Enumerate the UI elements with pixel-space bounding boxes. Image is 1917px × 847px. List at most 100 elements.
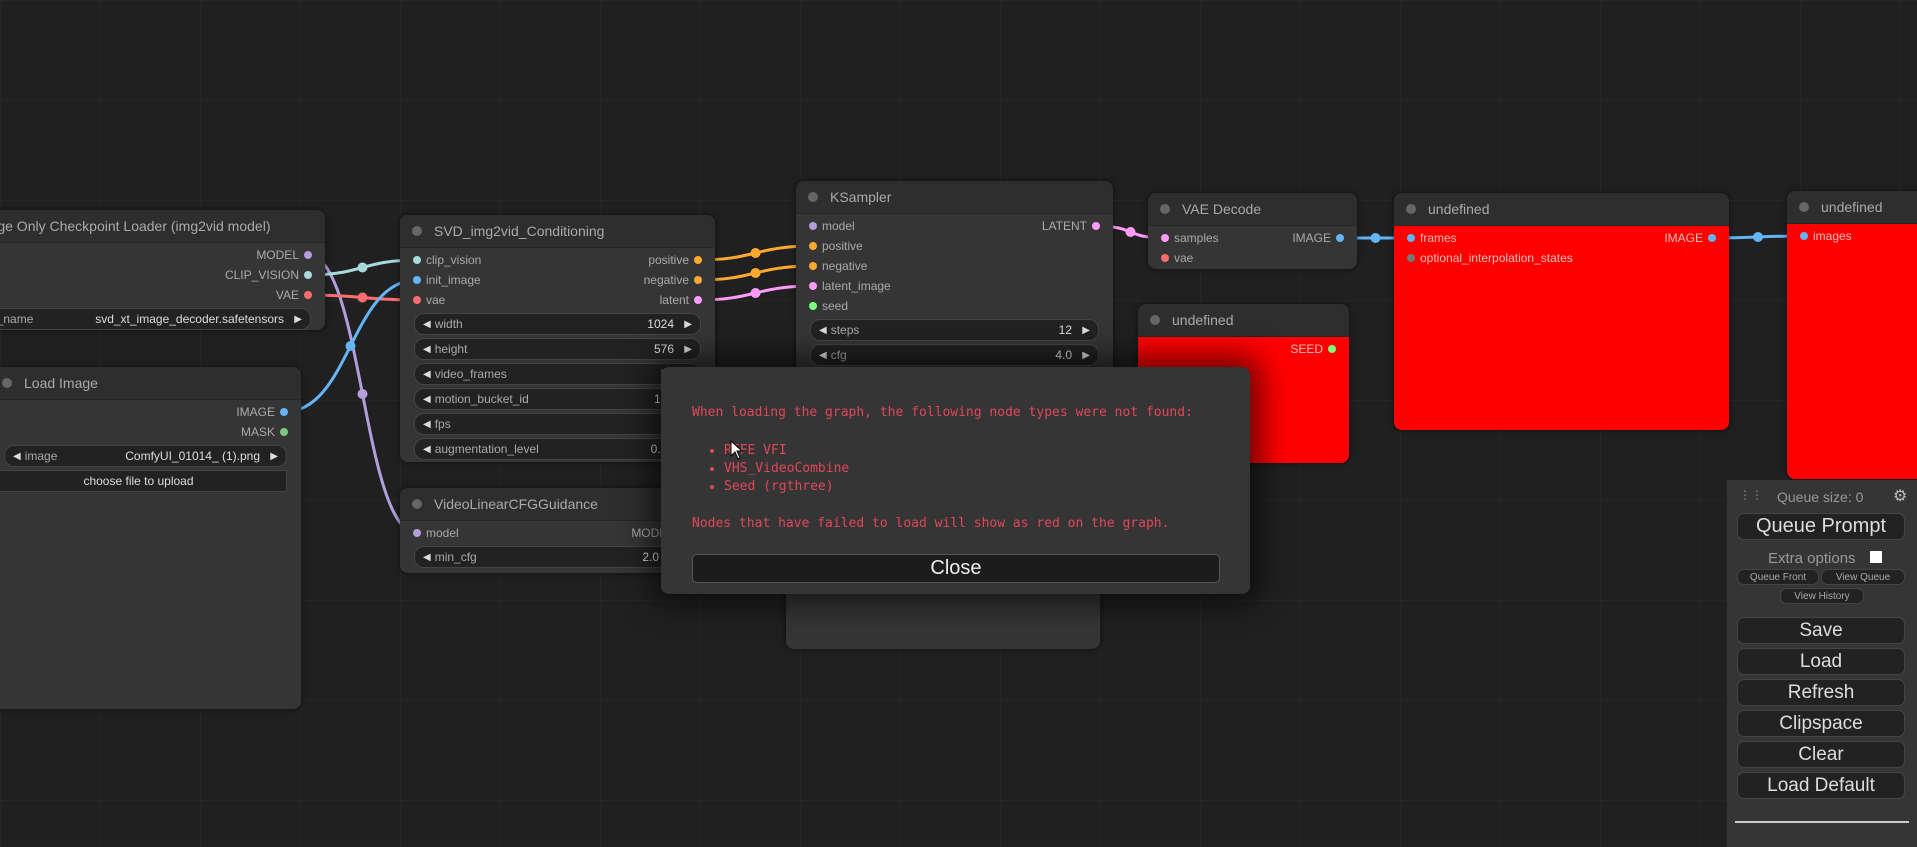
widget-image[interactable]: ◀ image ComfyUI_01014_ (1).png ▶ [4,445,287,467]
widget-augmentation_level[interactable]: ◀augmentation_level0.02▶ [414,438,701,460]
node-title-bar[interactable]: undefined [1138,304,1349,337]
node-title-bar[interactable]: Load Image [0,367,301,400]
decrement-arrow-icon[interactable]: ◀ [415,444,435,455]
node-title-bar[interactable]: undefined [1787,191,1917,224]
input-slot-dot[interactable] [809,282,817,290]
node-title-bar[interactable]: VideoLinearCFGGuidance [400,488,700,521]
input-slot-dot[interactable] [809,262,817,270]
widget-cfg[interactable]: ◀ cfg 4.0 ▶ [810,344,1099,366]
output-slot-dot[interactable] [1092,222,1100,230]
link-midpoint[interactable] [1125,227,1136,237]
gear-icon[interactable]: ⚙ [1893,486,1907,506]
input-slot-dot[interactable] [809,302,817,310]
extra-options-checkbox[interactable] [1870,551,1882,563]
widget-ckpt_name[interactable]: ◀ckpt_namesvd_xt_image_decoder.safetenso… [0,308,311,330]
collapse-dot-icon[interactable] [412,226,422,236]
decrement-arrow-icon[interactable]: ◀ [415,419,435,430]
decrement-arrow-icon[interactable]: ◀ [415,344,435,355]
upload-button[interactable]: choose file to upload [0,470,287,492]
link-midpoint[interactable] [1753,232,1763,242]
output-slot-dot[interactable] [280,428,288,436]
decrement-arrow-icon[interactable]: ◀ [415,394,435,405]
output-slot-dot[interactable] [1328,345,1336,353]
link-midpoint[interactable] [750,248,761,258]
widget-min_cfg[interactable]: ◀min_cfg2.0▶ [414,546,686,568]
decrement-arrow-icon[interactable]: ◀ [811,325,831,336]
collapse-dot-icon[interactable] [1406,204,1416,214]
refresh-button[interactable]: Refresh [1737,679,1905,706]
widget-height[interactable]: ◀ height 576 ▶ [414,338,701,360]
output-slot-dot[interactable] [1336,234,1344,242]
link-midpoint[interactable] [750,288,761,298]
increment-arrow-icon[interactable]: ▶ [1082,350,1090,361]
output-slot-dot[interactable] [694,296,702,304]
output-slot-dot[interactable] [304,251,312,259]
node-ks[interactable]: KSampler model LATENT positive negative laten… [796,181,1113,381]
collapse-dot-icon[interactable] [1160,204,1170,214]
increment-arrow-icon[interactable]: ▶ [270,451,278,462]
increment-arrow-icon[interactable]: ▶ [684,344,692,355]
link-midpoint[interactable] [357,389,368,399]
save-button[interactable]: Save [1737,617,1905,644]
node-ckpt[interactable]: Image Only Checkpoint Loader (img2vid mo… [0,210,325,330]
increment-arrow-icon[interactable]: ▶ [294,314,302,325]
output-slot-dot[interactable] [694,276,702,284]
input-slot-dot[interactable] [1800,232,1808,240]
widget-video_frames[interactable]: ◀video_frames25▶ [414,363,701,385]
collapse-dot-icon[interactable] [1799,202,1809,212]
node-title-bar[interactable]: VAE Decode [1148,193,1357,226]
widget-steps[interactable]: ◀ steps 12 ▶ [810,319,1099,341]
clipspace-button[interactable]: Clipspace [1737,710,1905,737]
input-slot-dot[interactable] [1407,234,1415,242]
link-midpoint[interactable] [750,268,761,278]
node-title-bar[interactable]: Image Only Checkpoint Loader (img2vid mo… [0,210,325,243]
output-slot-dot[interactable] [1708,234,1716,242]
node-vcfg[interactable]: VideoLinearCFGGuidance model MODEL ◀ min_cfg… [400,488,700,573]
close-button[interactable]: Close [692,554,1220,583]
link-midpoint[interactable] [1370,233,1381,243]
node-title-bar[interactable]: undefined [1394,193,1729,226]
widget-motion_bucket_id[interactable]: ◀motion_bucket_id100▶ [414,388,701,410]
clear-button[interactable]: Clear [1737,741,1905,768]
output-slot-dot[interactable] [280,408,288,416]
input-slot-dot[interactable] [1161,254,1169,262]
drag-handle-icon[interactable]: ⋮⋮ [1739,488,1763,502]
input-slot-dot[interactable] [413,256,421,264]
input-slot-dot[interactable] [1161,234,1169,242]
input-slot-dot[interactable] [413,529,421,537]
input-slot-dot[interactable] [809,242,817,250]
node-vaedec[interactable]: VAE Decode samples IMAGE vae [1148,193,1357,269]
node-rife[interactable]: undefined frames IMAGE optional_interpolati… [1394,193,1729,430]
node-loadimg[interactable]: Load Image IMAGE MASK ◀ image ComfyUI_01014_ … [0,367,301,709]
decrement-arrow-icon[interactable]: ◀ [415,552,435,563]
collapse-dot-icon[interactable] [2,378,12,388]
load-default-button[interactable]: Load Default [1737,772,1905,799]
input-slot-dot[interactable] [809,222,817,230]
link-midpoint[interactable] [345,341,356,351]
widget-fps[interactable]: ◀fps6▶ [414,413,701,435]
output-slot-dot[interactable] [694,256,702,264]
decrement-arrow-icon[interactable]: ◀ [415,319,435,330]
decrement-arrow-icon[interactable]: ◀ [415,369,435,380]
node-title-bar[interactable]: KSampler [796,181,1113,214]
decrement-arrow-icon[interactable]: ◀ [5,451,25,462]
link-midpoint[interactable] [357,292,368,303]
link-midpoint[interactable] [357,262,368,273]
input-slot-dot[interactable] [1407,254,1415,262]
increment-arrow-icon[interactable]: ▶ [1082,325,1090,336]
widget-width[interactable]: ◀ width 1024 ▶ [414,313,701,335]
output-slot-dot[interactable] [304,291,312,299]
queue-front-button[interactable]: Queue Front [1737,569,1819,585]
node-title-bar[interactable]: SVD_img2vid_Conditioning [400,215,715,248]
input-slot-dot[interactable] [413,296,421,304]
node-combine[interactable]: undefined images [1787,191,1917,479]
queue-prompt-button[interactable]: Queue Prompt [1737,513,1905,540]
output-slot-dot[interactable] [304,271,312,279]
load-button[interactable]: Load [1737,648,1905,675]
collapse-dot-icon[interactable] [412,499,422,509]
collapse-dot-icon[interactable] [1150,315,1160,325]
input-slot-dot[interactable] [413,276,421,284]
view-history-button[interactable]: View History [1780,588,1864,604]
increment-arrow-icon[interactable]: ▶ [684,319,692,330]
collapse-dot-icon[interactable] [808,192,818,202]
